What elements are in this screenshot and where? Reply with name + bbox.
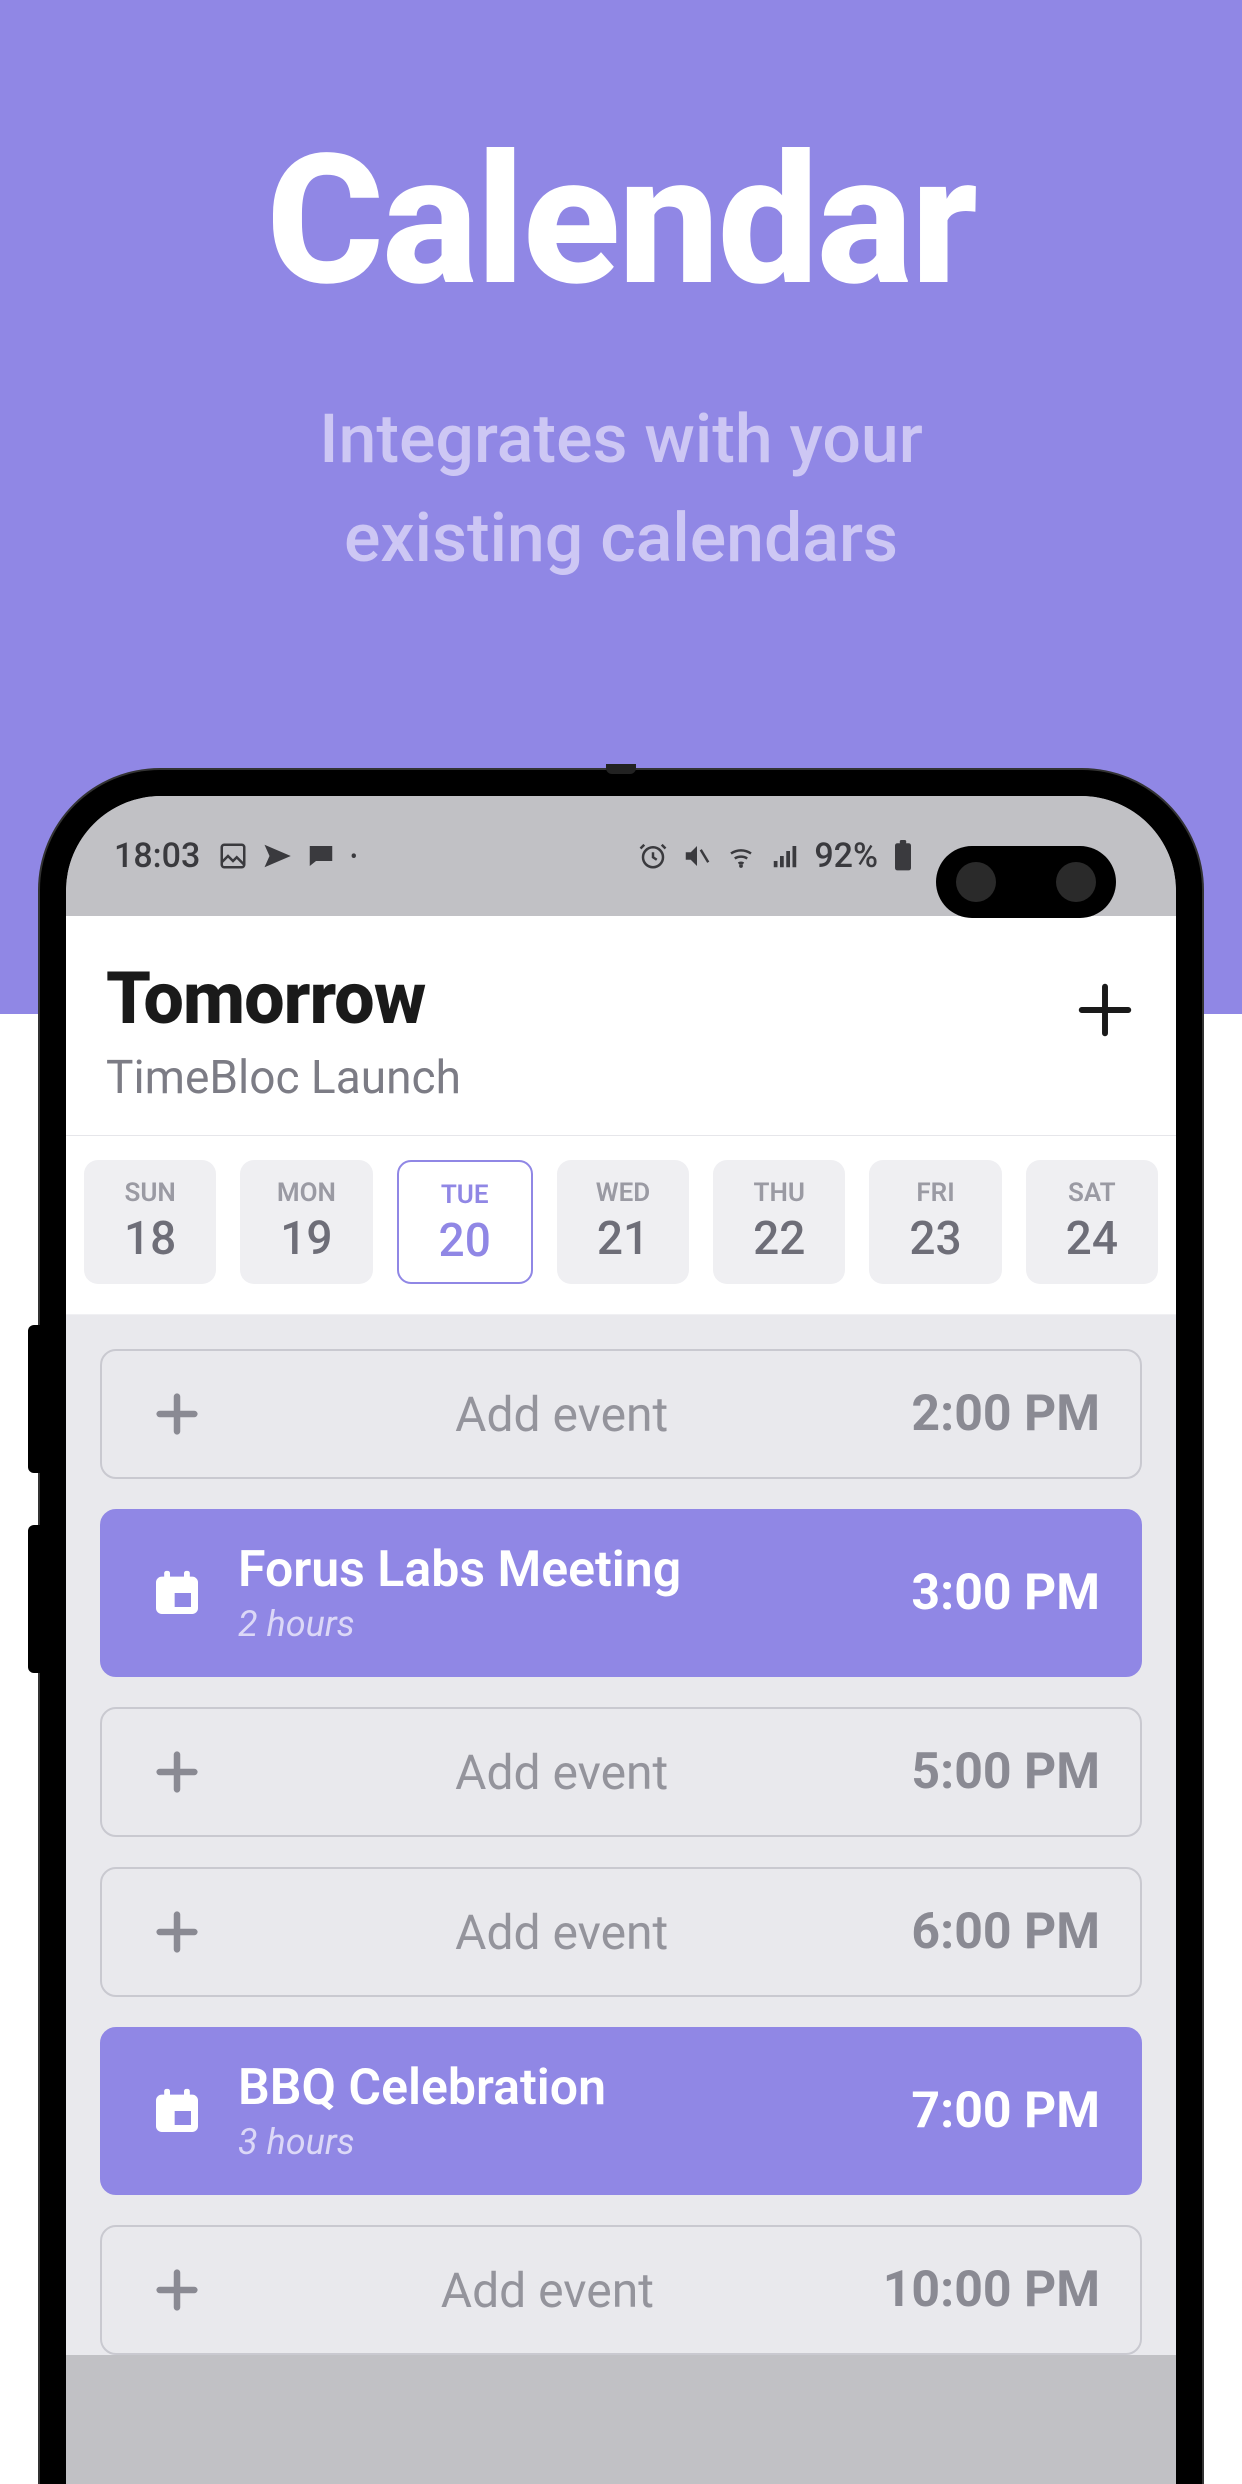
- marketing-subtitle: Integrates with your existing calendars: [0, 390, 1242, 587]
- day-wed[interactable]: WED 21: [557, 1160, 689, 1284]
- slot-time: 2:00 PM: [911, 1385, 1100, 1443]
- day-sat[interactable]: SAT 24: [1026, 1160, 1158, 1284]
- add-event-label: Add event: [212, 1386, 911, 1443]
- slot-time: 10:00 PM: [883, 2261, 1100, 2319]
- battery-icon: [892, 840, 914, 872]
- day-tue[interactable]: TUE 20: [397, 1160, 533, 1284]
- slot-time: 5:00 PM: [911, 1743, 1100, 1801]
- add-button[interactable]: [1074, 956, 1136, 1054]
- calendar-icon: [142, 2083, 212, 2139]
- marketing-subtitle-line2: existing calendars: [344, 498, 898, 578]
- day-label: FRI: [869, 1178, 1001, 1208]
- add-event-row[interactable]: Add event 10:00 PM: [100, 2225, 1142, 2355]
- day-number: 18: [84, 1212, 216, 1266]
- event-title: Forus Labs Meeting: [238, 1541, 911, 1599]
- plus-icon: [1074, 979, 1136, 1041]
- add-event-row[interactable]: Add event 2:00 PM: [100, 1349, 1142, 1479]
- add-event-label: Add event: [212, 2262, 883, 2319]
- plus-icon: [142, 2264, 212, 2316]
- image-icon: [218, 841, 248, 871]
- day-mon[interactable]: MON 19: [240, 1160, 372, 1284]
- phone-frame: 18:03 •: [40, 770, 1202, 2484]
- day-label: SUN: [84, 1178, 216, 1208]
- day-thu[interactable]: THU 22: [713, 1160, 845, 1284]
- dot-icon: •: [350, 844, 357, 868]
- signal-icon: [770, 841, 800, 871]
- status-time: 18:03: [114, 836, 200, 876]
- page-title: Tomorrow: [106, 956, 1074, 1041]
- day-number: 19: [240, 1212, 372, 1266]
- marketing-title: Calendar: [0, 115, 1242, 326]
- day-number: 24: [1026, 1212, 1158, 1266]
- plus-icon: [142, 1388, 212, 1440]
- calendar-icon: [142, 1565, 212, 1621]
- day-number: 20: [399, 1214, 531, 1268]
- day-label: THU: [713, 1178, 845, 1208]
- day-sun[interactable]: SUN 18: [84, 1160, 216, 1284]
- event-time: 7:00 PM: [911, 2082, 1100, 2140]
- add-event-label: Add event: [212, 1904, 911, 1961]
- mute-icon: [682, 841, 712, 871]
- send-icon: [262, 841, 292, 871]
- camera-cutout: [936, 846, 1116, 918]
- plus-icon: [142, 1906, 212, 1958]
- event-time: 3:00 PM: [911, 1564, 1100, 1622]
- day-number: 23: [869, 1212, 1001, 1266]
- event-duration: 3 hours: [238, 2121, 911, 2163]
- add-event-row[interactable]: Add event 5:00 PM: [100, 1707, 1142, 1837]
- slot-time: 6:00 PM: [911, 1903, 1100, 1961]
- alarm-icon: [638, 841, 668, 871]
- day-number: 21: [557, 1212, 689, 1266]
- wifi-icon: [726, 841, 756, 871]
- event-row[interactable]: BBQ Celebration 3 hours 7:00 PM: [100, 2027, 1142, 2195]
- event-title: BBQ Celebration: [238, 2059, 911, 2117]
- day-label: MON: [240, 1178, 372, 1208]
- events-list: Add event 2:00 PM Forus Labs Meeting 2 h…: [66, 1315, 1176, 2355]
- day-label: WED: [557, 1178, 689, 1208]
- plus-icon: [142, 1746, 212, 1798]
- add-event-row[interactable]: Add event 6:00 PM: [100, 1867, 1142, 1997]
- event-duration: 2 hours: [238, 1603, 911, 1645]
- app-header: Tomorrow TimeBloc Launch: [66, 916, 1176, 1136]
- add-event-label: Add event: [212, 1744, 911, 1801]
- week-selector: SUN 18 MON 19 TUE 20 WED 21 THU 22: [66, 1136, 1176, 1315]
- day-fri[interactable]: FRI 23: [869, 1160, 1001, 1284]
- day-label: TUE: [399, 1180, 531, 1210]
- chat-icon: [306, 841, 336, 871]
- marketing-subtitle-line1: Integrates with your: [319, 399, 923, 479]
- event-row[interactable]: Forus Labs Meeting 2 hours 3:00 PM: [100, 1509, 1142, 1677]
- day-number: 22: [713, 1212, 845, 1266]
- day-label: SAT: [1026, 1178, 1158, 1208]
- page-subtitle: TimeBloc Launch: [106, 1051, 1074, 1105]
- battery-percent: 92%: [814, 836, 878, 876]
